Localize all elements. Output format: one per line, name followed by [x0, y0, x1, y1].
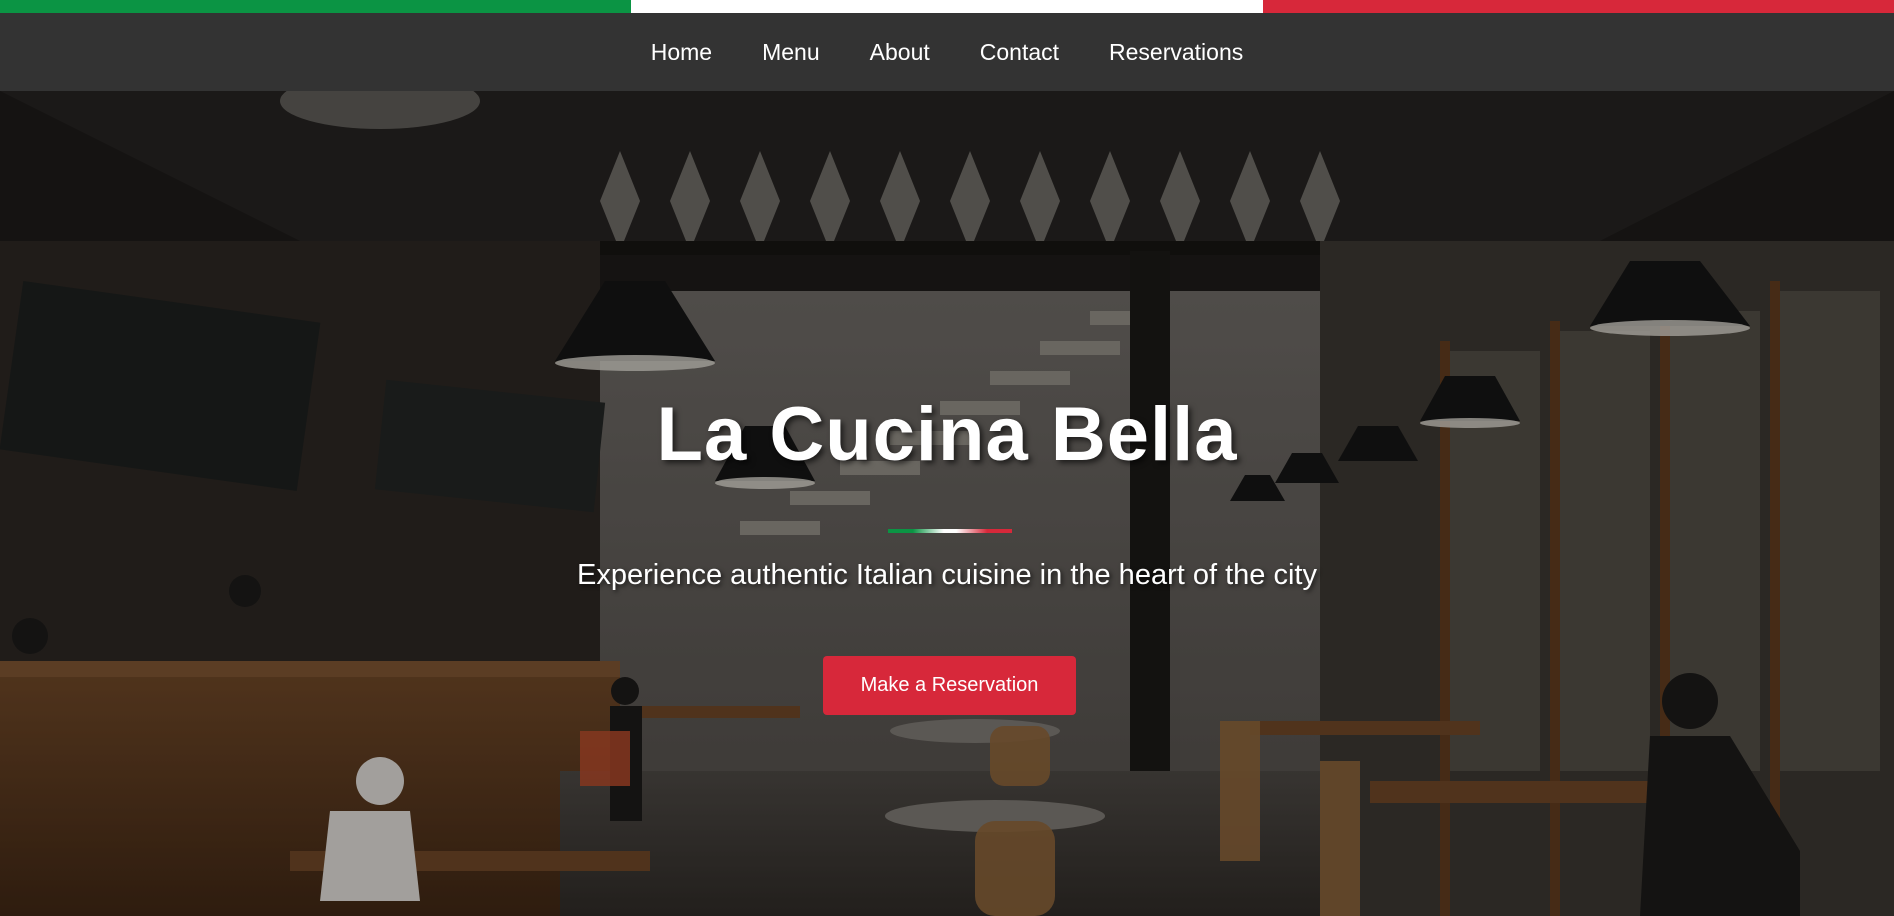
nav-link-menu[interactable]: Menu: [737, 39, 845, 66]
nav-link-home[interactable]: Home: [626, 39, 737, 66]
main-navigation: Home Menu About Contact Reservations: [0, 13, 1894, 91]
nav-link-contact[interactable]: Contact: [955, 39, 1084, 66]
hero-tagline: Experience authentic Italian cuisine in …: [577, 559, 1317, 591]
flag-stripe-green: [0, 0, 632, 13]
hero-section: La Cucina Bella Experience authentic Ita…: [0, 91, 1894, 916]
flag-stripe-red: [1262, 0, 1894, 13]
nav-link-reservations[interactable]: Reservations: [1084, 39, 1268, 66]
italian-flag-stripe: [0, 0, 1894, 13]
nav-link-about[interactable]: About: [845, 39, 955, 66]
flag-stripe-white: [631, 0, 1263, 13]
hero-content: La Cucina Bella Experience authentic Ita…: [0, 91, 1894, 916]
restaurant-title: La Cucina Bella: [656, 392, 1238, 477]
title-divider: [888, 529, 1012, 533]
make-reservation-button[interactable]: Make a Reservation: [823, 656, 1076, 715]
